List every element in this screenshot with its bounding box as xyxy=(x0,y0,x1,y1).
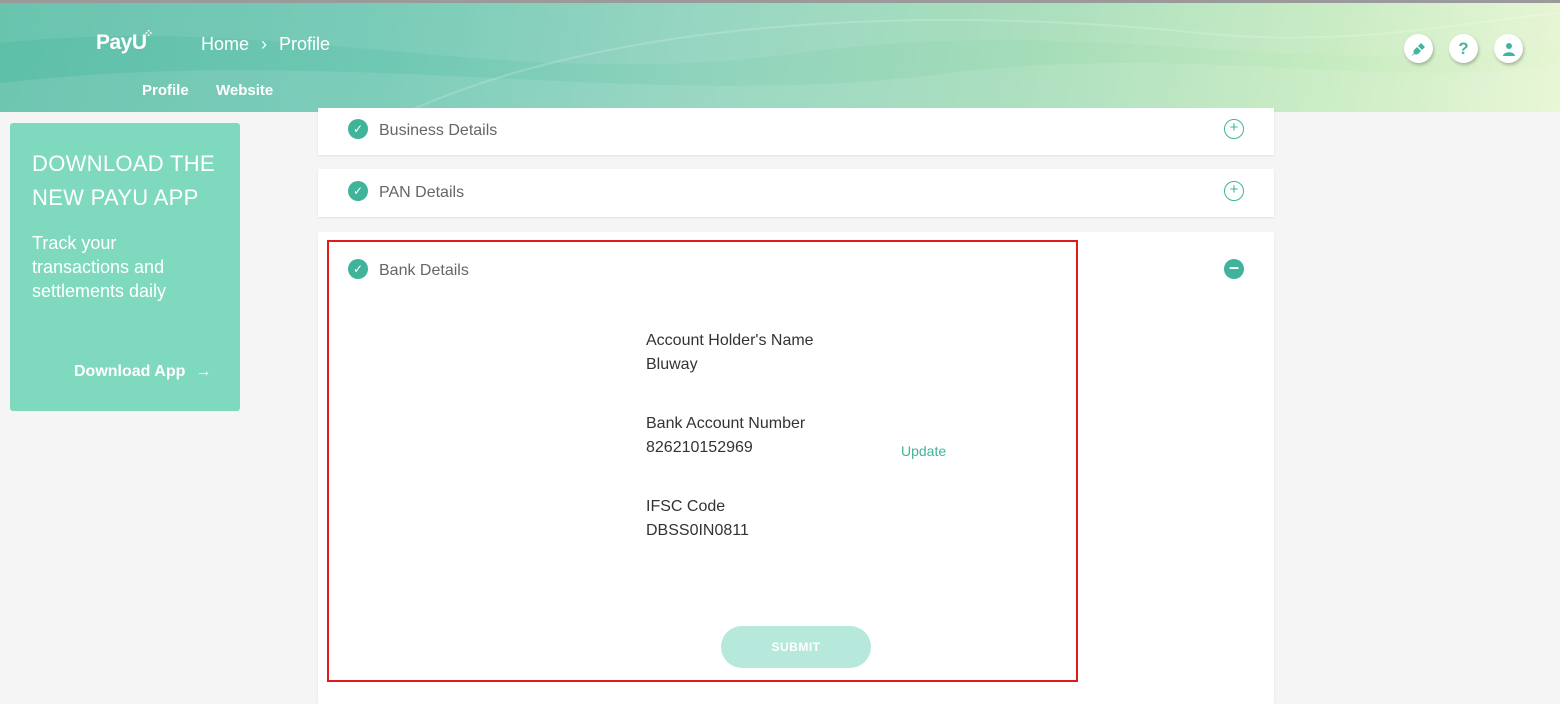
arrow-right-icon: → xyxy=(195,363,212,380)
logo-dots-icon: ⁘ xyxy=(144,28,153,40)
sub-navigation: Profile Website xyxy=(142,81,289,112)
download-app-link[interactable]: Download App → xyxy=(74,363,211,381)
business-details-section[interactable]: ✓ Business Details + xyxy=(318,108,1274,155)
promo-subtitle: Track your transactions and settlements … xyxy=(32,233,167,301)
payu-logo[interactable]: PayU ⁘ xyxy=(96,28,153,55)
download-app-promo: DOWNLOAD THE NEW PAYU APP Track your tra… xyxy=(10,123,240,411)
submit-button[interactable]: SUBMIT xyxy=(721,626,871,668)
pan-details-section[interactable]: ✓ PAN Details + xyxy=(318,169,1274,217)
bank-details-section: ✓ Bank Details – Account Holder's Name B… xyxy=(318,232,1274,704)
section-title[interactable]: Bank Details xyxy=(379,262,469,280)
chevron-right-icon: › xyxy=(261,34,268,54)
promo-title: DOWNLOAD THE NEW PAYU APP xyxy=(32,151,215,210)
section-title: Business Details xyxy=(379,122,498,139)
update-link[interactable]: Update xyxy=(901,443,946,459)
plug-icon[interactable] xyxy=(1404,34,1433,63)
account-holder-value: Bluway xyxy=(646,356,698,373)
tab-profile[interactable]: Profile xyxy=(142,81,200,112)
tab-website[interactable]: Website xyxy=(216,81,273,112)
ifsc-value: DBSS0IN0811 xyxy=(646,522,749,539)
check-circle-icon: ✓ xyxy=(348,259,368,279)
breadcrumb-home[interactable]: Home xyxy=(201,34,249,55)
top-header: PayU ⁘ Home › Profile Profile Website ? xyxy=(0,0,1560,112)
download-app-label: Download App xyxy=(74,363,186,380)
ifsc-label: IFSC Code xyxy=(646,498,726,515)
breadcrumb: Home › Profile xyxy=(201,34,330,55)
check-circle-icon: ✓ xyxy=(348,119,368,139)
account-holder-label: Account Holder's Name xyxy=(646,332,814,349)
expand-plus-icon[interactable]: + xyxy=(1224,181,1244,201)
breadcrumb-profile: Profile xyxy=(279,34,331,54)
logo-text: PayU xyxy=(96,31,147,54)
bank-account-label: Bank Account Number xyxy=(646,415,806,432)
section-title: PAN Details xyxy=(379,184,465,201)
collapse-minus-icon[interactable]: – xyxy=(1224,258,1244,279)
user-icon[interactable] xyxy=(1494,34,1523,63)
expand-plus-icon[interactable]: + xyxy=(1224,119,1244,139)
bank-account-value: 826210152969 xyxy=(646,439,753,456)
check-circle-icon: ✓ xyxy=(348,181,368,201)
help-icon[interactable]: ? xyxy=(1449,34,1478,63)
